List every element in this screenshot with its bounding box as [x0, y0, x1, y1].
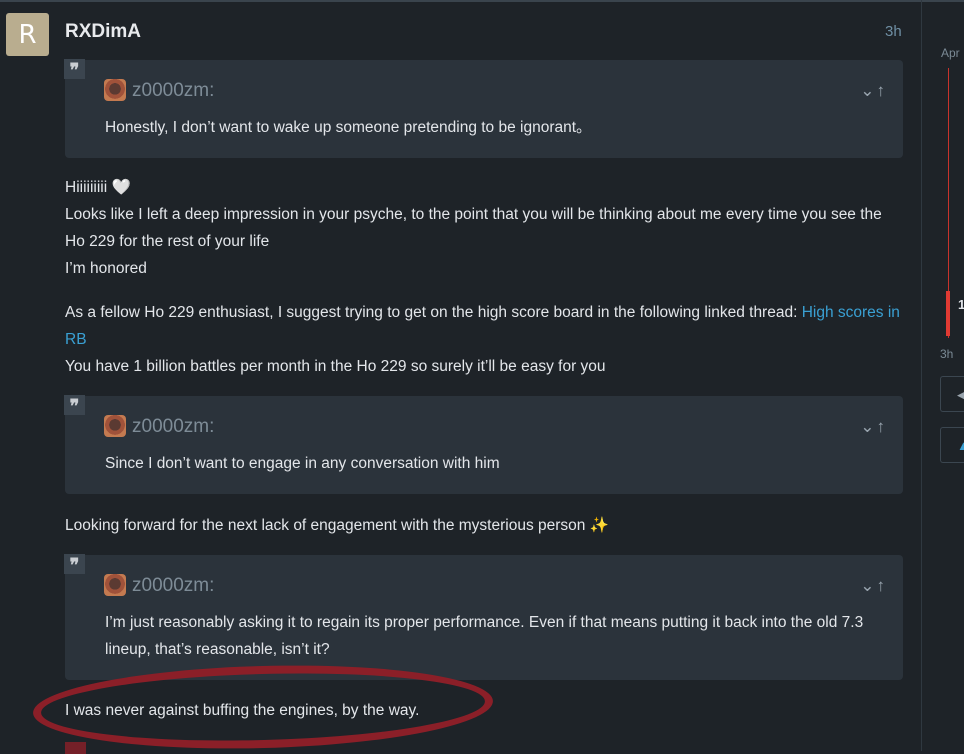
quote-controls: ⌄↑	[860, 576, 887, 596]
quote-text: Since I don’t want to engage in any conv…	[105, 455, 500, 472]
quote-author-name[interactable]: z0000zm:	[132, 416, 214, 438]
chevron-down-icon[interactable]: ⌄	[860, 81, 876, 100]
quote-author-avatar[interactable]	[104, 574, 126, 596]
timeline-divider	[921, 0, 922, 751]
post-line: Hiiiiiiiii 🤍	[65, 179, 131, 196]
post-line: Looks like I left a deep impression in y…	[65, 206, 882, 250]
post-username[interactable]: RXDimA	[65, 21, 141, 43]
timeline-handle[interactable]	[946, 291, 950, 336]
post-line: You have 1 billion battles per month in …	[65, 358, 606, 375]
arrow-up-icon[interactable]: ↑	[877, 81, 888, 100]
top-border	[0, 0, 964, 2]
post-time[interactable]: 3h	[885, 23, 902, 40]
user-avatar[interactable]: R	[6, 13, 49, 56]
quote-block: ❞ z0000zm: ⌄↑ I’m just reasonably asking…	[64, 554, 903, 680]
reply-button[interactable]: ◀	[940, 376, 964, 412]
quote-author-avatar[interactable]	[104, 79, 126, 101]
post-paragraph: Hiiiiiiiii 🤍 Looks like I left a deep im…	[65, 174, 905, 282]
quote-text: Honestly, I don’t want to wake up someon…	[105, 119, 592, 136]
quote-icon	[65, 742, 86, 754]
quote-author-avatar[interactable]	[104, 415, 126, 437]
post-paragraph: As a fellow Ho 229 enthusiast, I suggest…	[65, 299, 905, 380]
timeline-current-count: 1	[958, 297, 964, 312]
quote-author-name[interactable]: z0000zm:	[132, 575, 214, 597]
post-paragraph: I was never against buffing the engines,…	[65, 702, 420, 719]
chevron-down-icon[interactable]: ⌄	[860, 417, 876, 436]
flag-icon: ▲	[957, 438, 964, 453]
quote-block: ❞ z0000zm: ⌄↑ Since I don’t want to enga…	[64, 395, 903, 494]
reply-icon: ◀	[957, 387, 964, 402]
quote-icon: ❞	[64, 395, 85, 417]
quote-icon: ❞	[64, 554, 85, 576]
quote-icon: ❞	[64, 59, 85, 81]
post-line: As a fellow Ho 229 enthusiast, I suggest…	[65, 304, 900, 348]
quote-text: I’m just reasonably asking it to regain …	[105, 614, 864, 658]
timeline-start-label[interactable]: Apr	[941, 46, 960, 60]
post-paragraph: Looking forward for the next lack of eng…	[65, 517, 609, 534]
timeline-end-label[interactable]: 3h	[940, 347, 953, 361]
post-line: I’m honored	[65, 260, 147, 277]
arrow-up-icon[interactable]: ↑	[877, 417, 888, 436]
arrow-up-icon[interactable]: ↑	[877, 576, 888, 595]
quote-controls: ⌄↑	[860, 81, 887, 101]
flag-button[interactable]: ▲	[940, 427, 964, 463]
chevron-down-icon[interactable]: ⌄	[860, 576, 876, 595]
quote-controls: ⌄↑	[860, 417, 887, 437]
quote-author-name[interactable]: z0000zm:	[132, 80, 214, 102]
quote-block: ❞ z0000zm: ⌄↑ Honestly, I don’t want to …	[64, 59, 903, 158]
